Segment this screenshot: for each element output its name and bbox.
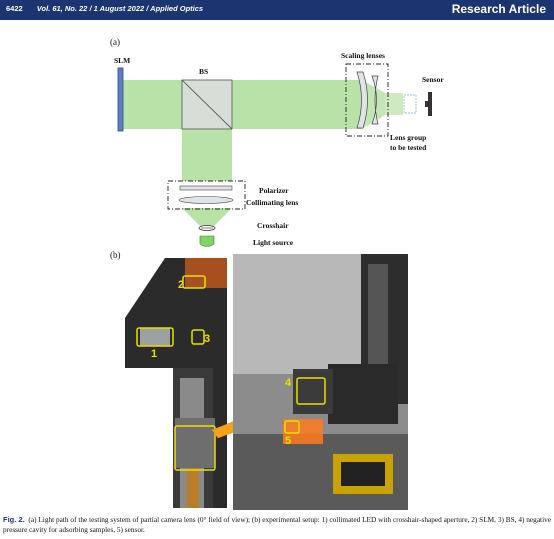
- photo-post: [368, 264, 388, 374]
- photo-background-white-2: [125, 368, 173, 508]
- figure-label: Fig. 2.: [3, 515, 25, 524]
- crosshair-label: Crosshair: [257, 221, 289, 230]
- photo-orange-part: [185, 258, 227, 288]
- beam-horizontal-left: [122, 80, 362, 129]
- polarizer-element: [179, 185, 233, 191]
- bs-label: BS: [199, 67, 208, 76]
- marker-label-4: 4: [285, 377, 292, 389]
- collimating-lens-label: Collimating lens: [246, 198, 298, 207]
- polarizer-label: Polarizer: [259, 186, 289, 195]
- sensor-element: [428, 92, 432, 116]
- polarizer-collimator-box: [167, 180, 246, 210]
- marker-label-2: 2: [178, 279, 184, 291]
- optical-schematic: SLM BS Scaling lenses Sensor Lens group …: [114, 51, 444, 247]
- sensor-label: Sensor: [422, 75, 444, 84]
- light-source-led: [199, 235, 215, 247]
- setup-photo-left: 2 1 3: [125, 258, 227, 508]
- marker-label-5: 5: [285, 435, 291, 447]
- photo-cavity-mount: [293, 369, 333, 414]
- marker-label-3: 3: [204, 333, 210, 345]
- lens-group-label-line1: Lens group: [390, 133, 426, 142]
- photo-led-housing: [140, 328, 170, 346]
- setup-photo-right: 4 5: [233, 254, 408, 510]
- collimating-lens-element: [178, 196, 234, 204]
- figure-caption: Fig. 2. (a) Light path of the testing sy…: [3, 515, 551, 535]
- light-source-label: Light source: [253, 238, 294, 247]
- lens-group-label-line2: to be tested: [390, 143, 427, 152]
- lens-group-element: [403, 94, 417, 114]
- marker-label-1: 1: [151, 348, 157, 360]
- slm-element: [117, 67, 124, 132]
- sensor-mount: [425, 101, 428, 107]
- slm-label: SLM: [114, 56, 130, 65]
- scaling-lenses-label: Scaling lenses: [341, 51, 385, 60]
- photo-camera-body: [328, 364, 398, 424]
- photo-cable: [187, 468, 199, 508]
- caption-text: (a) Light path of the testing system of …: [3, 515, 551, 534]
- photo-device-label: [341, 462, 385, 486]
- beam-cone: [182, 208, 232, 228]
- beam-vertical: [182, 129, 232, 181]
